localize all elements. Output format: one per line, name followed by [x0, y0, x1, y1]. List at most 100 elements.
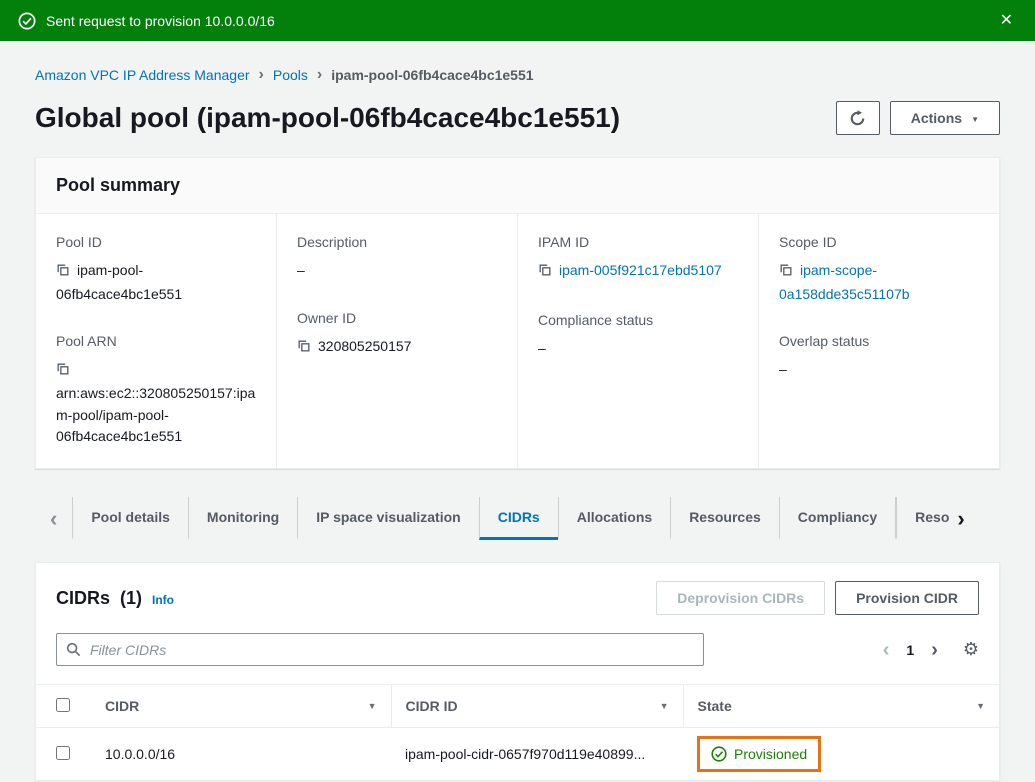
- header-buttons: Actions ▼: [836, 101, 1000, 135]
- chevron-down-icon: ▼: [971, 115, 979, 124]
- state-badge: Provisioned: [734, 746, 807, 762]
- copy-icon[interactable]: [56, 262, 70, 284]
- tab-monitoring[interactable]: Monitoring: [188, 497, 297, 540]
- success-check-icon: [18, 12, 36, 30]
- chevron-right-icon: ›: [259, 67, 264, 83]
- scope-id-link[interactable]: ipam-scope-0a158dde35c51107b: [779, 262, 910, 302]
- field-overlap-status: Overlap status –: [779, 333, 979, 381]
- scope-id-value: ipam-scope-0a158dde35c51107b: [779, 260, 979, 305]
- close-icon[interactable]: ✕: [996, 11, 1017, 31]
- summary-column-3: IPAM ID ipam-005f921c17ebd5107 Complianc…: [518, 214, 759, 468]
- breadcrumb-current: ipam-pool-06fb4cace4bc1e551: [331, 67, 533, 83]
- pool-arn-text: arn:aws:ec2::320805250157:ipam-pool/ipam…: [56, 385, 255, 444]
- cidr-cell: 10.0.0.0/16: [91, 728, 391, 781]
- field-description: Description –: [297, 234, 497, 282]
- cidrs-count: (1): [120, 588, 142, 609]
- pool-summary-header: Pool summary: [36, 158, 999, 214]
- cidrs-card: CIDRs (1) Info Deprovision CIDRs Provisi…: [35, 562, 1000, 782]
- tab-cidrs[interactable]: CIDRs: [479, 497, 558, 540]
- select-all-checkbox[interactable]: [56, 698, 70, 712]
- summary-column-2: Description – Owner ID 320805250157: [277, 214, 518, 468]
- chevron-down-icon: ▼: [976, 701, 985, 711]
- compliance-status-value: –: [538, 338, 738, 360]
- field-scope-id: Scope ID ipam-scope-0a158dde35c51107b: [779, 234, 979, 305]
- chevron-right-icon: ›: [931, 639, 938, 661]
- breadcrumb-link-pools[interactable]: Pools: [273, 67, 308, 83]
- info-link[interactable]: Info: [152, 593, 174, 607]
- actions-button[interactable]: Actions ▼: [890, 101, 1000, 135]
- description-label: Description: [297, 234, 497, 250]
- cidrs-title-row: CIDRs (1) Info: [56, 588, 174, 609]
- state-cell: Provisioned: [683, 728, 999, 781]
- column-header-cidr[interactable]: CIDR ▼: [91, 685, 391, 728]
- pool-summary-body: Pool ID ipam-pool-06fb4cace4bc1e551 Pool…: [36, 214, 999, 468]
- page-header: Global pool (ipam-pool-06fb4cace4bc1e551…: [35, 101, 1000, 135]
- tab-ip-space-visualization[interactable]: IP space visualization: [297, 497, 478, 540]
- table-row: 10.0.0.0/16 ipam-pool-cidr-0657f970d119e…: [36, 728, 999, 781]
- summary-column-4: Scope ID ipam-scope-0a158dde35c51107b Ov…: [759, 214, 999, 468]
- copy-icon[interactable]: [56, 361, 70, 383]
- owner-id-value: 320805250157: [297, 336, 497, 360]
- cidrs-header-buttons: Deprovision CIDRs Provision CIDR: [656, 581, 979, 615]
- filter-cidrs-input[interactable]: [56, 633, 704, 666]
- pagination-page-number[interactable]: 1: [906, 642, 914, 658]
- tabs-scroll-left-button[interactable]: ‹: [35, 497, 72, 540]
- pagination-next-button[interactable]: ›: [931, 640, 938, 660]
- owner-id-text: 320805250157: [318, 338, 411, 354]
- state-column-label: State: [698, 698, 732, 714]
- field-compliance-status: Compliance status –: [538, 312, 738, 360]
- search-icon: [66, 642, 81, 660]
- pagination-prev-button[interactable]: ‹: [883, 640, 890, 660]
- breadcrumb-link-ipam[interactable]: Amazon VPC IP Address Manager: [35, 67, 250, 83]
- cidr-id-column-label: CIDR ID: [406, 698, 458, 714]
- tab-pool-details[interactable]: Pool details: [72, 497, 188, 540]
- copy-icon[interactable]: [538, 262, 552, 284]
- copy-icon[interactable]: [779, 262, 793, 284]
- tab-compliancy[interactable]: Compliancy: [779, 497, 896, 540]
- row-checkbox[interactable]: [56, 746, 70, 760]
- actions-button-label: Actions: [911, 110, 962, 126]
- chevron-down-icon: ▼: [660, 701, 669, 711]
- banner-message: Sent request to provision 10.0.0.0/16: [46, 13, 986, 29]
- tabs-scroll-right-button[interactable]: ›: [949, 497, 972, 540]
- description-value: –: [297, 260, 497, 282]
- pool-id-value: ipam-pool-06fb4cace4bc1e551: [56, 260, 256, 305]
- gear-icon[interactable]: ⚙: [963, 639, 979, 660]
- deprovision-cidrs-button[interactable]: Deprovision CIDRs: [656, 581, 825, 615]
- compliance-status-label: Compliance status: [538, 312, 738, 328]
- column-header-cidr-id[interactable]: CIDR ID ▼: [391, 685, 683, 728]
- pool-arn-label: Pool ARN: [56, 333, 256, 349]
- search-box: [56, 633, 704, 666]
- overlap-status-label: Overlap status: [779, 333, 979, 349]
- cidrs-table: CIDR ▼ CIDR ID ▼ State ▼: [36, 684, 999, 781]
- ipam-id-link[interactable]: ipam-005f921c17ebd5107: [559, 262, 722, 278]
- refresh-button[interactable]: [836, 101, 880, 135]
- refresh-icon: [849, 110, 866, 127]
- cidr-id-cell: ipam-pool-cidr-0657f970d119e40899...: [391, 728, 683, 781]
- owner-id-label: Owner ID: [297, 310, 497, 326]
- provision-cidr-button[interactable]: Provision CIDR: [835, 581, 979, 615]
- tab-allocations[interactable]: Allocations: [558, 497, 670, 540]
- copy-icon[interactable]: [297, 338, 311, 360]
- chevron-right-icon: ›: [957, 506, 964, 532]
- pool-id-label: Pool ID: [56, 234, 256, 250]
- filter-row: ‹ 1 › ⚙: [36, 629, 999, 684]
- tab-strip: ‹ Pool details Monitoring IP space visua…: [35, 497, 1000, 540]
- field-pool-arn: Pool ARN arn:aws:ec2::320805250157:ipam-…: [56, 333, 256, 448]
- provisioned-check-icon: [711, 746, 727, 762]
- pool-id-text: ipam-pool-06fb4cace4bc1e551: [56, 262, 182, 302]
- tab-resources[interactable]: Resources: [670, 497, 779, 540]
- tab-resource-clipped[interactable]: Reso: [896, 497, 949, 540]
- cidrs-title: CIDRs: [56, 588, 110, 609]
- main-content: Amazon VPC IP Address Manager › Pools › …: [0, 67, 1035, 782]
- pool-summary-title: Pool summary: [56, 175, 180, 195]
- ipam-id-label: IPAM ID: [538, 234, 738, 250]
- breadcrumb: Amazon VPC IP Address Manager › Pools › …: [35, 67, 1000, 83]
- cidr-column-label: CIDR: [105, 698, 139, 714]
- chevron-left-icon: ‹: [883, 639, 890, 661]
- ipam-id-value: ipam-005f921c17ebd5107: [538, 260, 738, 284]
- table-header-row: CIDR ▼ CIDR ID ▼ State ▼: [36, 685, 999, 728]
- column-header-state[interactable]: State ▼: [683, 685, 999, 728]
- pool-arn-value: arn:aws:ec2::320805250157:ipam-pool/ipam…: [56, 359, 256, 448]
- overlap-status-value: –: [779, 359, 979, 381]
